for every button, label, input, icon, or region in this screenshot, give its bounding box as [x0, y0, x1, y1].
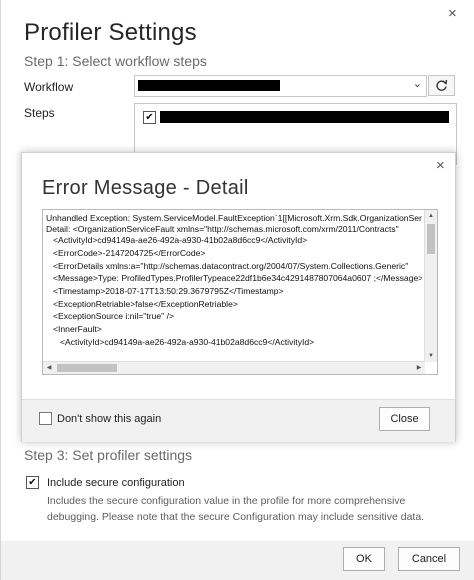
- error-line: <ErrorDetails xmlns:a="http://schemas.da…: [53, 261, 409, 271]
- error-line: <ExceptionSource i:nil="true" />: [53, 311, 174, 321]
- horizontal-scrollbar[interactable]: ◀ ▶: [43, 361, 425, 374]
- close-button[interactable]: Close: [379, 407, 430, 431]
- error-detail-modal: × Error Message - Detail Unhandled Excep…: [21, 152, 456, 442]
- error-line: <ErrorCode>-2147204725</ErrorCode>: [53, 248, 206, 258]
- cancel-button[interactable]: Cancel: [398, 547, 460, 571]
- dialog-footer: OK Cancel: [1, 541, 474, 580]
- scroll-right-icon[interactable]: ▶: [413, 362, 425, 374]
- steps-label: Steps: [24, 106, 55, 120]
- step-checkbox[interactable]: ✔: [143, 111, 156, 124]
- refresh-icon: [436, 79, 448, 91]
- error-line: <ExceptionRetriable>false</ExceptionRetr…: [53, 299, 238, 309]
- scroll-left-icon[interactable]: ◀: [43, 362, 55, 374]
- include-secure-checkbox[interactable]: ✔: [26, 476, 39, 489]
- modal-title: Error Message - Detail: [42, 177, 249, 199]
- workflow-select[interactable]: ⌄: [134, 75, 427, 97]
- scroll-down-icon[interactable]: ▼: [425, 350, 437, 362]
- chevron-down-icon: ⌄: [412, 78, 422, 90]
- scroll-up-icon[interactable]: ▲: [425, 210, 437, 222]
- error-line: Detail: <OrganizationServiceFault xmlns=…: [46, 224, 399, 234]
- error-detail-textbox[interactable]: Unhandled Exception: System.ServiceModel…: [42, 209, 438, 375]
- redacted-workflow-name: [138, 80, 280, 91]
- backdrop-strip: [1, 260, 22, 440]
- include-secure-help-text: Includes the secure configuration value …: [47, 495, 425, 523]
- error-line: <ActivityId>cd94149a-ae26-492a-a930-41b0…: [53, 235, 308, 245]
- error-line: <InnerFault>: [53, 324, 102, 334]
- refresh-button[interactable]: [428, 75, 455, 96]
- step1-heading: Step 1: Select workflow steps: [24, 53, 207, 69]
- dont-show-label: Don't show this again: [57, 413, 162, 425]
- page-title: Profiler Settings: [24, 19, 197, 46]
- dont-show-checkbox[interactable]: [39, 412, 52, 425]
- modal-close-icon[interactable]: ×: [436, 158, 445, 173]
- error-line: <ActivityId>cd94149a-ae26-492a-a930-41b0…: [60, 337, 315, 347]
- vertical-scrollbar[interactable]: ▲ ▼: [424, 210, 437, 362]
- error-line: Unhandled Exception: System.ServiceModel…: [46, 213, 422, 223]
- error-line: <Timestamp>2018-07-17T13:50:29.3679795Z<…: [53, 286, 284, 296]
- modal-footer: Don't show this again Close: [22, 399, 455, 442]
- workflow-label: Workflow: [24, 80, 74, 94]
- dialog-close-icon[interactable]: ×: [448, 6, 457, 21]
- step3-heading: Step 3: Set profiler settings: [24, 447, 193, 463]
- scroll-thumb-horizontal[interactable]: [57, 364, 117, 372]
- redacted-step-name: [160, 111, 449, 123]
- include-secure-label: Include secure configuration: [47, 477, 185, 489]
- scroll-thumb[interactable]: [427, 224, 435, 254]
- error-line: <Message>Type: ProfiledTypes.ProfilerTyp…: [53, 273, 422, 283]
- ok-button[interactable]: OK: [343, 547, 385, 571]
